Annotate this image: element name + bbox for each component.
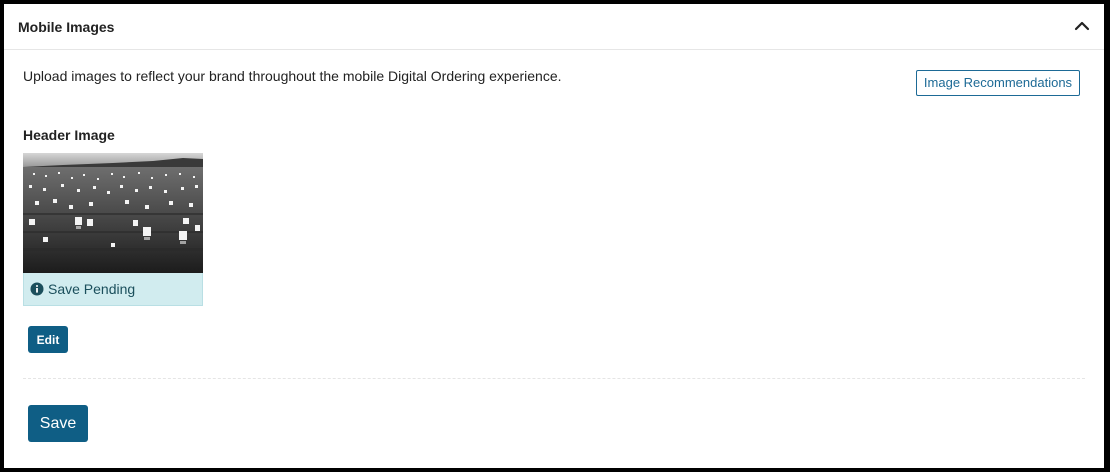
header-image-thumbnail[interactable] <box>23 153 203 273</box>
collapse-button[interactable] <box>1072 16 1092 36</box>
image-recommendations-button[interactable]: Image Recommendations <box>916 70 1080 96</box>
status-text: Save Pending <box>48 281 136 297</box>
panel-description: Upload images to reflect your brand thro… <box>23 68 562 84</box>
save-pending-status: Save Pending <box>23 273 203 306</box>
divider <box>23 378 1085 379</box>
save-button[interactable]: Save <box>28 405 88 442</box>
edit-button[interactable]: Edit <box>28 326 68 353</box>
panel-title: Mobile Images <box>18 19 115 35</box>
header-image-label: Header Image <box>23 127 115 143</box>
info-icon <box>30 282 44 296</box>
mobile-images-panel: Mobile Images Upload images to reflect y… <box>4 4 1104 468</box>
panel-header[interactable]: Mobile Images <box>4 4 1104 50</box>
header-image-card: Save Pending <box>23 153 203 306</box>
chevron-up-icon <box>1074 21 1090 31</box>
